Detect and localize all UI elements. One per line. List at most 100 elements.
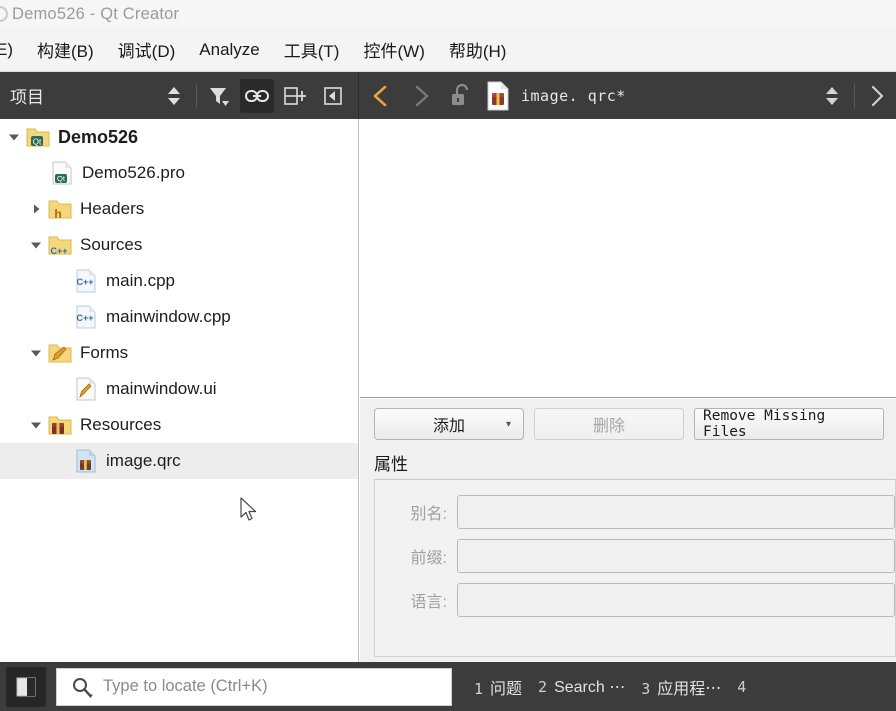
tree-item-headers[interactable]: h Headers bbox=[0, 191, 358, 227]
tree-item-label: mainwindow.ui bbox=[106, 379, 217, 398]
toolbar-row: 项目 image. qrc* bbox=[0, 72, 896, 119]
qrc-file-icon bbox=[72, 448, 100, 474]
tree-item-mainwindow-cpp[interactable]: C++ mainwindow.cpp bbox=[0, 299, 358, 335]
sidebar-title: 项目 bbox=[10, 88, 44, 107]
cpp-file-icon: C++ bbox=[72, 268, 100, 294]
property-row-language: 语言: bbox=[375, 578, 895, 622]
add-button-label: 添加 bbox=[432, 418, 465, 435]
remove-missing-files-label: Remove Missing Files bbox=[703, 408, 826, 440]
tree-item-label: Demo526 bbox=[58, 126, 139, 147]
menu-build[interactable]: 构建(B) bbox=[25, 33, 106, 66]
tree-item-label: Headers bbox=[80, 199, 145, 218]
editor-toolbar-more-button[interactable] bbox=[860, 79, 894, 113]
tab-compile-output[interactable]: 4 bbox=[737, 678, 769, 696]
menu-edit[interactable]: E) bbox=[0, 36, 25, 64]
qrc-editor-panel: 添加 ▾ 删除 Remove Missing Files 属性 别名: 前缀: … bbox=[360, 399, 896, 662]
tab-number: 1 bbox=[474, 679, 484, 698]
prefix-label: 前缀: bbox=[410, 550, 447, 567]
language-field[interactable] bbox=[457, 583, 895, 617]
menu-analyze[interactable]: Analyze bbox=[187, 36, 271, 64]
svg-text:Qt: Qt bbox=[57, 174, 66, 183]
add-button[interactable]: 添加 ▾ bbox=[374, 408, 524, 440]
window-title: Demo526 - Qt Creator bbox=[12, 4, 180, 23]
tab-label: 应用程⋯ bbox=[657, 680, 722, 698]
folder-h-icon: h bbox=[46, 197, 74, 221]
qrc-button-row: 添加 ▾ 删除 Remove Missing Files bbox=[360, 399, 896, 440]
tree-item-image-qrc[interactable]: image.qrc bbox=[0, 443, 358, 479]
close-sidebar-button[interactable] bbox=[316, 79, 350, 113]
alias-field[interactable] bbox=[457, 495, 895, 529]
project-tree[interactable]: Qt Demo526 Qt Demo526.pro h Headers C++ … bbox=[0, 119, 359, 662]
qt-pro-file-icon: Qt bbox=[48, 160, 76, 186]
split-add-icon bbox=[284, 86, 306, 105]
properties-title: 属性 bbox=[374, 455, 408, 474]
tree-item-label: main.cpp bbox=[106, 271, 175, 290]
tree-item-mainwindow-ui[interactable]: mainwindow.ui bbox=[0, 371, 358, 407]
chevron-right-icon bbox=[415, 85, 429, 106]
disclosure-down-icon[interactable] bbox=[26, 239, 46, 251]
tree-item-resources[interactable]: Resources bbox=[0, 407, 358, 443]
tab-number: 3 bbox=[641, 679, 651, 698]
title-bar: Demo526 - Qt Creator bbox=[0, 0, 896, 28]
sidebar-toggle-button[interactable] bbox=[6, 666, 46, 707]
tab-issues[interactable]: 1 问题 bbox=[474, 675, 538, 699]
tree-item-label: Forms bbox=[80, 343, 129, 362]
remove-button[interactable]: 删除 bbox=[534, 408, 684, 440]
filter-button[interactable] bbox=[202, 79, 236, 113]
qt-logo-icon bbox=[0, 6, 8, 22]
svg-text:C++: C++ bbox=[76, 313, 93, 323]
locator-input[interactable]: Type to locate (Ctrl+K) bbox=[56, 667, 452, 706]
chevron-right-icon bbox=[871, 85, 884, 106]
unlock-icon bbox=[452, 83, 469, 105]
tree-item-label: image.qrc bbox=[106, 451, 181, 470]
remove-missing-files-button[interactable]: Remove Missing Files bbox=[694, 408, 884, 440]
resource-file-list-view[interactable] bbox=[360, 119, 896, 398]
search-icon bbox=[71, 676, 93, 698]
editor-toolbar-divider bbox=[854, 83, 855, 108]
property-row-prefix: 前缀: bbox=[375, 534, 895, 578]
tab-number: 4 bbox=[737, 677, 747, 696]
disclosure-down-icon[interactable] bbox=[4, 131, 24, 143]
menu-debug[interactable]: 调试(D) bbox=[106, 33, 188, 66]
tree-item-forms[interactable]: Forms bbox=[0, 335, 358, 371]
tree-item-sources[interactable]: C++ Sources bbox=[0, 227, 358, 263]
ui-file-icon bbox=[72, 376, 100, 402]
qt-project-folder-icon: Qt bbox=[24, 125, 52, 149]
toolbar-divider bbox=[196, 83, 197, 108]
disclosure-right-icon[interactable] bbox=[26, 203, 46, 215]
menu-tools[interactable]: 工具(T) bbox=[272, 33, 352, 66]
tab-search[interactable]: 2 Search ⋯ bbox=[538, 677, 641, 697]
disclosure-down-icon[interactable] bbox=[26, 419, 46, 431]
menu-window[interactable]: 控件(W) bbox=[351, 33, 436, 66]
current-document-name: image. qrc* bbox=[521, 86, 626, 105]
navigate-forward-button[interactable] bbox=[403, 78, 439, 114]
menu-bar: E) 构建(B) 调试(D) Analyze 工具(T) 控件(W) 帮助(H) bbox=[0, 28, 896, 72]
collapse-left-icon bbox=[324, 86, 342, 105]
svg-text:C++: C++ bbox=[76, 277, 93, 287]
status-bar: Type to locate (Ctrl+K) 1 问题 2 Search ⋯ … bbox=[0, 662, 896, 711]
chevron-down-icon: ▾ bbox=[505, 418, 511, 430]
navigate-back-button[interactable] bbox=[363, 78, 399, 114]
lock-toggle-button[interactable] bbox=[443, 78, 479, 114]
tab-label: Search ⋯ bbox=[554, 678, 626, 696]
tree-item-demo526[interactable]: Qt Demo526 bbox=[0, 119, 358, 155]
tab-application-output[interactable]: 3 应用程⋯ bbox=[641, 675, 737, 699]
sync-selection-button[interactable] bbox=[157, 79, 191, 113]
link-with-editor-button[interactable] bbox=[240, 78, 274, 113]
tree-item-label: Sources bbox=[80, 235, 143, 254]
folder-resource-icon bbox=[46, 413, 74, 437]
tree-item-label: Resources bbox=[80, 415, 162, 434]
svg-text:h: h bbox=[54, 207, 61, 221]
split-button[interactable] bbox=[278, 79, 312, 113]
tree-item-label: mainwindow.cpp bbox=[106, 307, 231, 326]
prefix-field[interactable] bbox=[457, 539, 895, 573]
tree-item-main-cpp[interactable]: C++ main.cpp bbox=[0, 263, 358, 299]
editor-split-selector-button[interactable] bbox=[815, 79, 849, 113]
menu-help[interactable]: 帮助(H) bbox=[437, 33, 519, 66]
qrc-file-icon bbox=[485, 81, 511, 111]
svg-text:Qt: Qt bbox=[33, 138, 42, 147]
tree-item-demo526-pro[interactable]: Qt Demo526.pro bbox=[0, 155, 358, 191]
language-label: 语言: bbox=[410, 594, 447, 611]
up-down-arrows-icon bbox=[826, 86, 838, 105]
disclosure-down-icon[interactable] bbox=[26, 347, 46, 359]
